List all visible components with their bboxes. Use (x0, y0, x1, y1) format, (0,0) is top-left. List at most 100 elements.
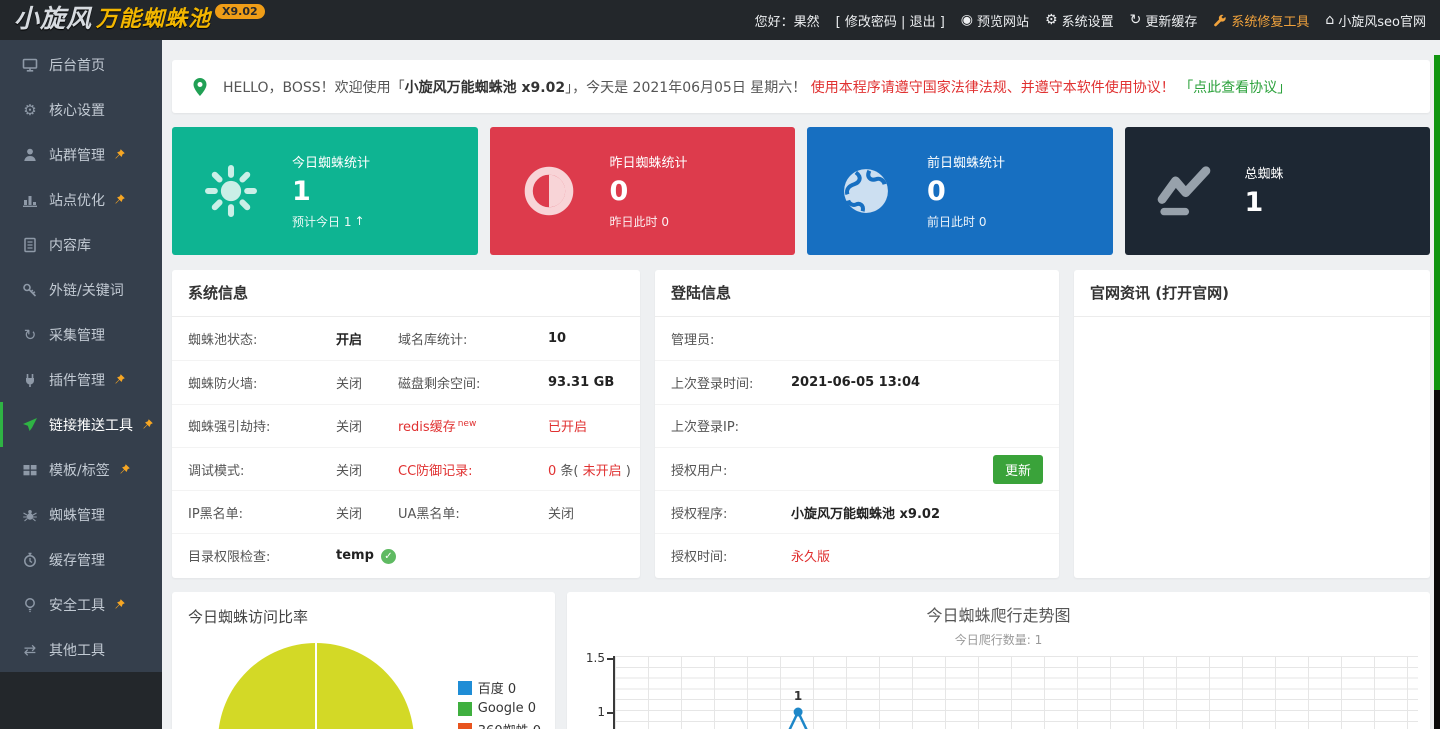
system-info-row: 调试模式:关闭CC防御记录:0 条( 未开启 ) (172, 447, 640, 490)
sidebar-item-12[interactable]: 安全工具 (0, 582, 162, 627)
login-info-row: 上次登录时间: 2021-06-05 13:04 (655, 360, 1059, 403)
line-chart: 1 1.51 (613, 656, 1418, 729)
gear-icon: ⚙ (1045, 12, 1058, 28)
stat-card-title: 今日蜘蛛统计 (292, 152, 370, 171)
eye-icon: ◉ (961, 12, 973, 28)
sidebar-item-label: 模板/标签 (49, 460, 110, 480)
system-info-panel: 系统信息 蜘蛛池状态:开启域名库统计:10蜘蛛防火墙:关闭磁盘剩余空间:93.3… (172, 270, 640, 578)
sidebar-item-9[interactable]: 模板/标签 (0, 447, 162, 492)
sidebar-item-0[interactable]: 后台首页 (0, 42, 162, 87)
shuffle-icon: ⇄ (21, 641, 39, 659)
wrench-icon (1213, 13, 1227, 27)
sidebar-item-label: 后台首页 (49, 55, 105, 75)
sidebar-item-1[interactable]: ⚙ 核心设置 (0, 87, 162, 132)
account-links: [ 修改密码 | 退出 ] (836, 11, 945, 30)
y-axis-tick: 1 (575, 705, 605, 719)
sidebar-item-8[interactable]: 链接推送工具 (0, 402, 162, 447)
login-info-row: 授权时间: 永久版 (655, 533, 1059, 576)
legend-item: 360蜘蛛 0 (458, 720, 541, 729)
system-info-title: 系统信息 (172, 270, 640, 317)
legend-item: Google 0 (458, 701, 541, 716)
agreement-link[interactable]: 「点此查看协议」 (1179, 80, 1291, 96)
pie-chart (218, 643, 414, 729)
sidebar-item-11[interactable]: 缓存管理 (0, 537, 162, 582)
top-header: 小旋风 万能蜘蛛池 X9.02 您好：果然 [ 修改密码 | 退出 ] ◉预览网… (0, 0, 1440, 40)
sidebar-item-6[interactable]: ↻ 采集管理 (0, 312, 162, 357)
nav-system-settings[interactable]: ⚙系统设置 (1045, 11, 1114, 30)
logo-sub-text: 万能蜘蛛池 (96, 0, 211, 40)
sidebar-item-label: 站群管理 (49, 145, 105, 165)
sidebar-item-label: 安全工具 (49, 595, 105, 615)
app-logo: 小旋风 万能蜘蛛池 X9.02 (0, 0, 265, 40)
grid-icon (21, 462, 39, 478)
nav-official-site[interactable]: ⌂小旋风seo官网 (1325, 11, 1426, 30)
system-info-row: 目录权限检查:temp✓ (172, 533, 640, 576)
change-password-link[interactable]: 修改密码 (845, 15, 897, 30)
sidebar-item-label: 站点优化 (49, 190, 105, 210)
sidebar-item-13[interactable]: ⇄ 其他工具 (0, 627, 162, 672)
sidebar-item-label: 其他工具 (49, 640, 105, 660)
document-icon (21, 237, 39, 253)
sidebar-item-10[interactable]: 蜘蛛管理 (0, 492, 162, 537)
nav-preview-site[interactable]: ◉预览网站 (961, 11, 1029, 30)
stopwatch-icon (21, 552, 39, 568)
sidebar-item-label: 缓存管理 (49, 550, 105, 570)
stat-card-title: 昨日蜘蛛统计 (610, 152, 688, 171)
contrast-icon (522, 164, 576, 218)
y-axis-tick: 1.5 (575, 651, 605, 665)
sidebar-item-label: 链接推送工具 (49, 415, 133, 435)
sidebar-item-5[interactable]: 外链/关键词 (0, 267, 162, 312)
sidebar-item-3[interactable]: 站点优化 (0, 177, 162, 222)
sidebar-menu: 后台首页 ⚙ 核心设置 站群管理 站点优化 内容库 外链/关键词 ↻ 采集管理 … (0, 40, 162, 672)
update-button[interactable]: 更新 (993, 455, 1043, 484)
nav-repair-tools[interactable]: 系统修复工具 (1213, 11, 1309, 30)
line-series: 1 (615, 656, 1418, 729)
sidebar-item-4[interactable]: 内容库 (0, 222, 162, 267)
sun-icon (204, 164, 258, 218)
stat-card-sub: 前日此时 0 (927, 213, 1005, 230)
paper-plane-icon (21, 417, 39, 433)
user-icon (21, 147, 39, 163)
scrollbar-track[interactable] (1434, 390, 1440, 729)
stat-card-1: 昨日蜘蛛统计 0 昨日此时 0 (490, 127, 796, 255)
sidebar-item-label: 内容库 (49, 235, 91, 255)
globe-icon (839, 164, 893, 218)
system-info-row: 蜘蛛防火墙:关闭磁盘剩余空间:93.31 GB (172, 360, 640, 403)
stat-card-3: 总蜘蛛 1 (1125, 127, 1431, 255)
key-icon (21, 282, 39, 298)
stat-card-sub: 预计今日 1↑ (292, 213, 370, 230)
pin-icon (141, 418, 154, 431)
stat-card-value: 1 (1245, 187, 1284, 218)
sync-icon: ↻ (21, 326, 39, 344)
system-info-rows: 蜘蛛池状态:开启域名库统计:10蜘蛛防火墙:关闭磁盘剩余空间:93.31 GB蜘… (172, 317, 640, 577)
data-point-label: 1 (794, 689, 802, 703)
home-icon: ⌂ (1325, 12, 1334, 28)
plug-icon (21, 372, 39, 388)
sidebar-item-7[interactable]: 插件管理 (0, 357, 162, 402)
stat-card-value: 1 (292, 176, 370, 207)
welcome-bar: HELLO，BOSS！欢迎使用「小旋风万能蜘蛛池 x9.02」，今天是 2021… (172, 60, 1430, 113)
spider-icon (21, 507, 39, 523)
pie-legend: 百度 0Google 0360蜘蛛 0 (458, 678, 541, 729)
login-info-title: 登陆信息 (655, 270, 1059, 317)
pin-icon (113, 373, 126, 386)
version-badge: X9.02 (215, 4, 265, 19)
header-nav: ◉预览网站 ⚙系统设置 ↻更新缓存系统修复工具 ⌂小旋风seo官网 (961, 11, 1426, 30)
logout-link[interactable]: 退出 (910, 15, 936, 30)
system-info-row: 蜘蛛强引劫持:关闭redis缓存new已开启 (172, 404, 640, 447)
nav-update-cache[interactable]: ↻更新缓存 (1130, 11, 1198, 30)
stat-card-2: 前日蜘蛛统计 0 前日此时 0 (807, 127, 1113, 255)
sidebar-item-label: 蜘蛛管理 (49, 505, 105, 525)
open-official-site-link[interactable]: (打开官网) (1155, 284, 1229, 302)
login-info-row: 授权程序: 小旋风万能蜘蛛池 x9.02 (655, 490, 1059, 533)
bottom-row: 今日蜘蛛访问比率 百度 0Google 0360蜘蛛 0 今日蜘蛛爬行走势图 今… (172, 592, 1430, 729)
sidebar-item-2[interactable]: 站群管理 (0, 132, 162, 177)
pin-icon (113, 193, 126, 206)
header-right: 您好：果然 [ 修改密码 | 退出 ] ◉预览网站⚙系统设置↻更新缓存系统修复工… (755, 11, 1440, 30)
sidebar-item-label: 采集管理 (49, 325, 105, 345)
scrollbar-thumb[interactable] (1434, 55, 1440, 390)
gear-icon: ⚙ (21, 101, 39, 119)
monitor-icon (21, 57, 39, 73)
login-info-panel: 登陆信息 管理员: 上次登录时间: 2021-06-05 13:04 上次登录I… (655, 270, 1059, 578)
legend-swatch (458, 681, 472, 695)
